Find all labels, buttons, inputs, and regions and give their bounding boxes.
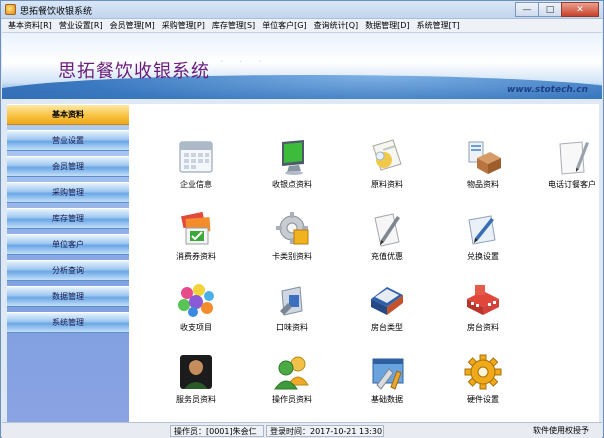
menu-bar: 基本资料[R] 营业设置[R] 会员管理[M] 采购管理[P] 库存管理[S] … [2, 19, 602, 33]
module-label: 基础数据 [371, 395, 403, 404]
sidebar-item-basic-data[interactable]: 基本资料 [7, 104, 129, 125]
module-label: 企业信息 [180, 180, 212, 189]
module-waiters[interactable]: 服务员资料 [157, 353, 235, 411]
sidebar-item-system-management[interactable]: 系统管理 [7, 312, 129, 333]
module-label: 收银点资料 [272, 180, 312, 189]
module-ingredients[interactable]: 原料资料 [348, 138, 426, 196]
status-login-time: 登录时间：2017-10-21 13:30:24 [266, 425, 384, 437]
window-title: 思拓餐饮收银系统 [20, 7, 93, 17]
status-bar: 操作员：[0001]朱会仁 登录时间：2017-10-21 13:30:24 软… [2, 422, 602, 438]
menu-inventory-management[interactable]: 库存管理[S] [212, 20, 255, 31]
module-label: 原料资料 [371, 180, 403, 189]
module-recharge-discount[interactable]: 充值优惠 [348, 210, 426, 268]
menu-data-management[interactable]: 数据管理[D] [365, 20, 409, 31]
module-label: 房台资料 [467, 323, 499, 332]
banner-faint-text: · · · [220, 55, 268, 68]
module-label: 兑换设置 [467, 252, 499, 261]
title-bar[interactable]: 思拓餐饮收银系统 — □ ✕ [1, 1, 603, 19]
module-label: 消费券资料 [176, 252, 216, 261]
module-label: 电话订餐客户 [548, 180, 596, 189]
app-window: 思拓餐饮收银系统 — □ ✕ 基本资料[R] 营业设置[R] 会员管理[M] 采… [0, 0, 604, 438]
sidebar-item-analysis-query[interactable]: 分析查询 [7, 260, 129, 281]
menu-business-settings[interactable]: 营业设置[R] [59, 20, 103, 31]
building-icon [467, 285, 499, 315]
food-card-icon [372, 139, 402, 171]
exchange-icon [468, 215, 496, 245]
module-grid: 企业信息 收银点资料 原料资料 物品资料 电话订餐客户 消费券资料 卡类别资料 … [129, 104, 599, 422]
banner-url: www.stotech.cn [507, 85, 588, 95]
module-label: 口味资料 [276, 323, 308, 332]
module-basic-data[interactable]: 基础数据 [348, 353, 426, 411]
sidebar-item-purchase-management[interactable]: 采购管理 [7, 182, 129, 203]
sidebar-item-unit-customers[interactable]: 单位客户 [7, 234, 129, 255]
sidebar-item-member-management[interactable]: 会员管理 [7, 156, 129, 177]
color-balls-icon [178, 284, 214, 317]
module-company-info[interactable]: 企业信息 [157, 138, 235, 196]
calendar-icon [179, 141, 213, 173]
taste-icon [280, 286, 303, 316]
module-phone-order-customers[interactable]: 电话订餐客户 [533, 138, 604, 196]
module-label: 服务员资料 [176, 395, 216, 404]
app-logo-icon [5, 4, 16, 15]
module-label: 硬件设置 [467, 395, 499, 404]
module-operators[interactable]: 操作员资料 [253, 353, 331, 411]
minimize-button[interactable]: — [515, 2, 539, 17]
close-button[interactable]: ✕ [561, 2, 599, 17]
menu-system-management[interactable]: 系统管理[T] [417, 20, 460, 31]
hardware-gear-icon [464, 354, 502, 390]
tools-icon [372, 358, 404, 390]
window-controls: — □ ✕ [515, 2, 599, 17]
module-hardware-settings[interactable]: 硬件设置 [444, 353, 522, 411]
module-cashier-points[interactable]: 收银点资料 [253, 138, 331, 196]
module-label: 物品资料 [467, 180, 499, 189]
status-license: 软件使用权授予 [533, 426, 589, 435]
module-coupons[interactable]: 消费券资料 [157, 210, 235, 268]
module-label: 充值优惠 [371, 252, 403, 261]
module-goods[interactable]: 物品资料 [444, 138, 522, 196]
maximize-button[interactable]: □ [538, 2, 562, 17]
sidebar: 基本资料 营业设置 会员管理 采购管理 库存管理 单位客户 分析查询 数据管理 … [7, 104, 129, 422]
menu-member-management[interactable]: 会员管理[M] [110, 20, 155, 31]
users-icon [274, 356, 309, 390]
banner-title: 思拓餐饮收银系统 [58, 61, 210, 82]
box-icon [468, 141, 501, 174]
header-banner: 思拓餐饮收银系统 · · · www.stotech.cn [2, 33, 602, 99]
module-room-table-types[interactable]: 房台类型 [348, 281, 426, 339]
module-card-types[interactable]: 卡类别资料 [253, 210, 331, 268]
status-operator: 操作员：[0001]朱会仁 [170, 425, 264, 437]
sidebar-item-business-settings[interactable]: 营业设置 [7, 130, 129, 151]
module-taste[interactable]: 口味资料 [253, 281, 331, 339]
menu-unit-customers[interactable]: 单位客户[G] [262, 20, 306, 31]
module-income-expense[interactable]: 收支项目 [157, 281, 235, 339]
sidebar-item-inventory-management[interactable]: 库存管理 [7, 208, 129, 229]
menu-basic-data[interactable]: 基本资料[R] [8, 20, 52, 31]
module-label: 卡类别资料 [272, 252, 312, 261]
sidebar-item-data-management[interactable]: 数据管理 [7, 286, 129, 307]
coupon-icon [180, 211, 211, 245]
module-exchange-settings[interactable]: 兑换设置 [444, 210, 522, 268]
module-label: 操作员资料 [272, 395, 312, 404]
menu-query-statistics[interactable]: 查询统计[Q] [314, 20, 359, 31]
person-icon [180, 355, 212, 389]
pen-doc-icon [374, 213, 400, 247]
monitor-icon [282, 140, 304, 175]
menu-purchase-management[interactable]: 采购管理[P] [162, 20, 205, 31]
module-label: 收支项目 [180, 323, 212, 332]
gear-card-icon [276, 212, 309, 245]
books-icon [371, 287, 403, 315]
pen-paper-icon [559, 141, 589, 175]
module-room-tables[interactable]: 房台资料 [444, 281, 522, 339]
module-label: 房台类型 [371, 323, 403, 332]
